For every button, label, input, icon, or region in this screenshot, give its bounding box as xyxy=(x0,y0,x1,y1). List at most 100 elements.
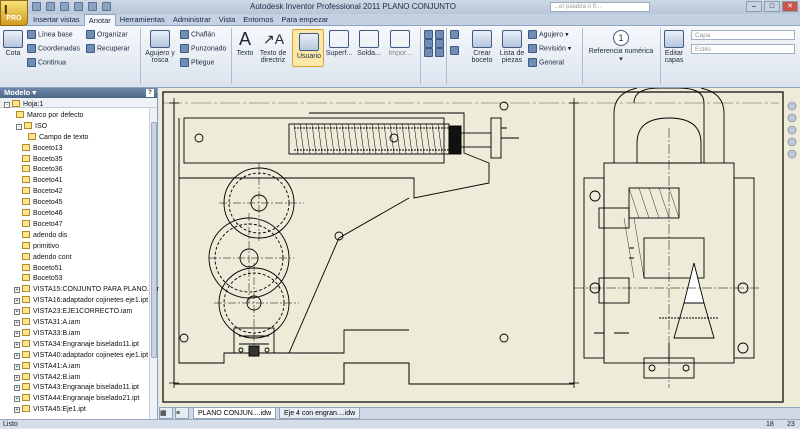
browser-node[interactable]: + VISTA15:CONJUNTO PARA PLANO.iam xyxy=(14,285,160,295)
symbol-icon[interactable] xyxy=(424,48,433,57)
browser-node[interactable]: Boceto47 xyxy=(22,219,63,230)
tab-herramientas[interactable]: Herramientas xyxy=(116,14,169,26)
browser-node[interactable]: Boceto36 xyxy=(22,165,63,175)
expand-icon[interactable]: + xyxy=(14,320,20,326)
agujero-rosca-button[interactable]: Agujero y rosca xyxy=(143,30,177,64)
importar-button[interactable]: Impor... xyxy=(385,30,415,57)
datum-target-icon[interactable] xyxy=(450,46,459,55)
pattern-icon[interactable] xyxy=(435,39,444,48)
undo-icon[interactable] xyxy=(74,2,83,11)
coordenadas-button[interactable]: Coordenadas xyxy=(27,44,80,53)
usuario-button[interactable]: Usuario xyxy=(292,29,324,67)
chaflan-button[interactable]: Chaflán xyxy=(180,30,215,39)
expand-icon[interactable]: + xyxy=(14,407,20,414)
lista-piezas-button[interactable]: Lista de piezas xyxy=(498,30,526,64)
maximize-button[interactable]: □ xyxy=(764,1,780,12)
tab-insertar-vistas[interactable]: Insertar vistas xyxy=(29,14,84,26)
expand-icon[interactable]: + xyxy=(14,385,20,392)
pliegue-button[interactable]: Pliegue xyxy=(180,58,214,67)
tab-layout-icon[interactable]: ▦ xyxy=(159,408,173,419)
tab-vista[interactable]: Vista xyxy=(215,14,240,26)
browser-node[interactable]: + VISTA34:Engranaje biselado11.ipt xyxy=(14,339,139,350)
scrollbar-thumb[interactable] xyxy=(151,122,157,358)
crear-boceto-button[interactable]: Crear boceto xyxy=(468,30,496,64)
browser-node[interactable]: adendo cont xyxy=(22,252,72,263)
new-icon[interactable] xyxy=(32,2,41,11)
centerline-icon[interactable] xyxy=(435,30,444,39)
browser-node[interactable]: adendo dis xyxy=(22,230,67,241)
expand-icon[interactable]: + xyxy=(14,352,20,359)
browser-node[interactable]: + VISTA33:B.iam xyxy=(14,328,80,339)
browser-node[interactable]: Boceto53 xyxy=(22,274,63,284)
browser-node[interactable]: Marco por defecto xyxy=(16,110,83,121)
tab-list-icon[interactable]: ≡ xyxy=(175,408,189,419)
punzonado-button[interactable]: Punzonado xyxy=(180,44,226,53)
tab-para-empezar[interactable]: Para empezar xyxy=(277,14,332,26)
browser-node[interactable]: Campo de texto xyxy=(28,132,88,143)
linea-base-button[interactable]: Línea base xyxy=(27,30,73,39)
expand-icon[interactable]: + xyxy=(14,374,20,381)
open-icon[interactable] xyxy=(46,2,55,11)
referencia-numerica-button[interactable]: 1 Referencia numérica ▾ xyxy=(586,30,656,63)
browser-scrollbar[interactable] xyxy=(149,108,157,419)
browser-node[interactable]: + VISTA23:EJE1CORRECTO.iam xyxy=(14,307,132,317)
expand-icon[interactable]: - xyxy=(16,123,22,130)
drawing-canvas[interactable] xyxy=(159,88,800,407)
expand-icon[interactable]: + xyxy=(14,341,20,348)
browser-node[interactable]: Boceto35 xyxy=(22,154,63,165)
expand-icon[interactable]: + xyxy=(14,396,20,403)
browser-node[interactable]: + VISTA41:A.iam xyxy=(14,361,80,372)
tab-eje4[interactable]: Eje 4 con engran....idw xyxy=(279,408,361,419)
tab-plano-conjunto[interactable]: PLANO CONJUN....idw xyxy=(193,408,277,419)
browser-node[interactable]: - ISO xyxy=(16,121,47,132)
print-icon[interactable] xyxy=(102,2,111,11)
browser-node[interactable]: Boceto41 xyxy=(22,176,63,186)
soldadura-button[interactable]: Solda... xyxy=(355,30,383,57)
datum-icon[interactable] xyxy=(435,48,444,57)
minimize-button[interactable]: – xyxy=(746,1,762,12)
organizar-button[interactable]: Organizar xyxy=(86,30,128,39)
tabla-revision-button[interactable]: Revisión ▾ xyxy=(528,44,571,53)
tabla-general-button[interactable]: General xyxy=(528,58,564,67)
browser-node[interactable]: + VISTA45:Eje1.ipt xyxy=(14,405,86,415)
expand-icon[interactable]: + xyxy=(14,363,20,370)
browser-node[interactable]: Boceto42 xyxy=(22,187,63,197)
expand-icon[interactable]: - xyxy=(4,102,10,108)
cota-button[interactable]: Cota xyxy=(2,30,24,57)
browser-node[interactable]: Boceto51 xyxy=(22,263,63,274)
browser-node[interactable]: + VISTA40:adaptador cojinetes eje1.ipt xyxy=(14,350,148,361)
save-icon[interactable] xyxy=(60,2,69,11)
redo-icon[interactable] xyxy=(88,2,97,11)
continua-button[interactable]: Continua xyxy=(27,58,66,67)
close-button[interactable]: ✕ xyxy=(782,1,798,12)
tab-anotar[interactable]: Anotar xyxy=(83,14,116,26)
expand-icon[interactable]: + xyxy=(14,287,20,294)
browser-node[interactable]: + VISTA43:Engranaje biselado11.ipt xyxy=(14,383,139,393)
feature-control-icon[interactable] xyxy=(450,30,459,39)
browser-node[interactable]: + VISTA42:B.iam xyxy=(14,372,80,383)
browser-node[interactable]: + VISTA16:adaptador cojinetes eje1.ipt xyxy=(14,296,148,306)
texto-directriz-button[interactable]: ↗A Texto de directriz xyxy=(257,30,289,64)
estilo-select[interactable]: Estilo xyxy=(691,44,795,54)
browser-node[interactable]: - Hoja:1 xyxy=(4,100,43,110)
capa-select[interactable]: Capa xyxy=(691,30,795,40)
tab-administrar[interactable]: Administrar xyxy=(169,14,215,26)
help-search-input[interactable]: ...er palabra o fr... xyxy=(550,2,650,12)
centermark-icon[interactable] xyxy=(424,30,433,39)
help-icon[interactable]: ? xyxy=(146,89,154,97)
tab-entornos[interactable]: Entornos xyxy=(239,14,277,26)
expand-icon[interactable]: + xyxy=(14,330,20,337)
browser-node[interactable]: Boceto46 xyxy=(22,209,63,219)
texto-button[interactable]: A Texto xyxy=(234,30,256,57)
superficie-button[interactable]: Superf... xyxy=(325,30,353,57)
recuperar-button[interactable]: Recuperar xyxy=(86,44,130,53)
bisector-icon[interactable] xyxy=(424,39,433,48)
expand-icon[interactable]: + xyxy=(14,298,20,305)
browser-node[interactable]: Boceto13 xyxy=(22,143,63,154)
editar-capas-button[interactable]: Editar capas xyxy=(662,30,686,64)
tabla-agujero-button[interactable]: Agujero ▾ xyxy=(528,30,569,39)
browser-node[interactable]: Boceto45 xyxy=(22,198,63,208)
browser-node[interactable]: + VISTA44:Engranaje biselado21.ipt xyxy=(14,394,140,404)
browser-node[interactable]: + VISTA31:A.iam xyxy=(14,318,80,328)
expand-icon[interactable]: + xyxy=(14,309,20,316)
